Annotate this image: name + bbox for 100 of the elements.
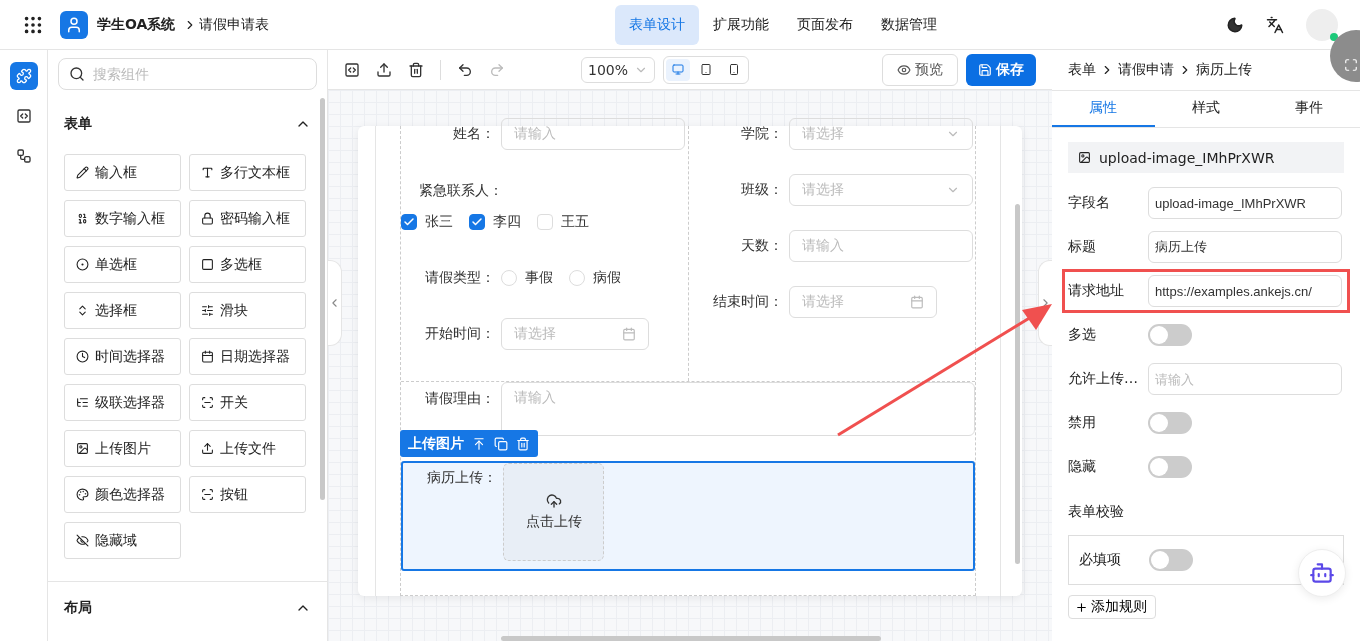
property-input[interactable]: 病历上传 [1148, 231, 1342, 263]
component-item[interactable]: 选择框 [64, 292, 181, 329]
field-label: 班级： [739, 181, 784, 199]
property-label: 隐藏 [1068, 458, 1097, 476]
slider-icon [201, 304, 214, 317]
radio-option[interactable]: 病假 [569, 269, 621, 287]
radio-option[interactable]: 事假 [501, 269, 553, 287]
robot-icon [1309, 560, 1335, 586]
fullscreen-icon [1344, 58, 1358, 72]
property-label: 允许上传… [1068, 370, 1139, 388]
field-label: 开始时间： [424, 325, 496, 343]
field-label: 病历上传： [426, 468, 498, 487]
code-icon[interactable] [344, 61, 360, 78]
component-item[interactable]: 隐藏域 [64, 522, 181, 559]
tree-icon [15, 148, 32, 164]
field-label: 天数： [739, 237, 784, 255]
property-label: 标题 [1068, 238, 1097, 256]
checkbox-icon [201, 258, 214, 271]
toggle-switch[interactable] [1148, 324, 1192, 346]
number-icon [76, 212, 89, 225]
property-input[interactable]: upload-image_IMhPrXWR [1148, 187, 1342, 219]
component-item[interactable]: 时间选择器 [64, 338, 181, 375]
cloud-upload-icon [545, 493, 562, 509]
breadcrumb-item[interactable]: 请假申请 [1118, 61, 1174, 79]
nav-tab[interactable]: 扩展功能 [699, 4, 784, 45]
zoom-select[interactable]: 100% [581, 56, 655, 83]
property-label: 请求地址 [1068, 282, 1125, 300]
component-item[interactable]: 开关 [189, 384, 306, 421]
property-input[interactable]: https://examples.ankejs.cn/ [1148, 275, 1342, 307]
collapse-handle[interactable] [328, 260, 342, 346]
code-icon [15, 108, 32, 124]
list-tree-icon [76, 396, 89, 409]
user-icon [65, 15, 83, 34]
moon-icon[interactable] [1226, 15, 1244, 34]
toggle-switch[interactable] [1148, 456, 1192, 478]
text-icon [201, 166, 214, 179]
button-icon [201, 488, 214, 501]
component-item[interactable]: 按钮 [189, 476, 306, 513]
breadcrumb-item[interactable]: 表单 [1068, 61, 1096, 79]
component-item[interactable]: 日期选择器 [189, 338, 306, 375]
plus-icon [1075, 600, 1088, 614]
check-icon [403, 216, 415, 228]
search-box[interactable]: 搜索组件 [58, 58, 317, 90]
calendar-icon [201, 350, 214, 363]
save-icon [978, 62, 992, 77]
component-item[interactable]: 输入框 [64, 154, 181, 191]
copy-icon[interactable] [494, 436, 508, 451]
move-up-icon[interactable] [472, 436, 486, 451]
image-icon [76, 442, 89, 455]
checkbox[interactable] [469, 214, 485, 230]
lock-icon [201, 212, 214, 225]
component-id-text: upload-image_IMhPrXWR [1099, 149, 1275, 166]
checkbox-option[interactable]: 李四 [469, 213, 521, 231]
translate-icon[interactable] [1266, 15, 1284, 34]
upload-button[interactable]: 点击上传 [503, 463, 604, 561]
component-item[interactable]: 多选框 [189, 246, 306, 283]
trash-icon[interactable] [408, 61, 424, 78]
add-rule-button[interactable]: 添加规则 [1068, 595, 1156, 619]
nav-tab[interactable]: 页面发布 [783, 4, 868, 45]
radio-button[interactable] [501, 270, 517, 286]
property-label: 必填项 [1079, 551, 1121, 569]
eye-off-icon [76, 534, 89, 547]
nav-tab[interactable]: 数据管理 [867, 4, 952, 45]
component-item[interactable]: 多行文本框 [189, 154, 306, 191]
palette-icon [76, 488, 89, 501]
save-button[interactable]: 保存 [966, 53, 1036, 86]
checkbox-option[interactable]: 王五 [537, 213, 589, 231]
export-icon[interactable] [376, 61, 392, 78]
checkbox-option[interactable]: 张三 [401, 213, 453, 231]
radio-button[interactable] [569, 270, 585, 286]
component-item[interactable]: 上传图片 [64, 430, 181, 467]
toggle-switch[interactable] [1149, 549, 1193, 571]
property-label: 禁用 [1068, 414, 1097, 432]
component-item[interactable]: 单选框 [64, 246, 181, 283]
search-icon [69, 66, 85, 82]
component-item[interactable]: 上传文件 [189, 430, 306, 467]
component-item[interactable]: 颜色选择器 [64, 476, 181, 513]
puzzle-icon [15, 68, 32, 84]
undo-icon[interactable] [457, 61, 473, 78]
breadcrumb-link[interactable]: 请假申请表 [199, 15, 270, 34]
component-item[interactable]: 滑块 [189, 292, 306, 329]
breadcrumb-item[interactable]: 病历上传 [1196, 61, 1252, 79]
section-title: 表单校验 [1068, 502, 1125, 521]
image-icon [1078, 151, 1091, 164]
checkbox[interactable] [401, 214, 417, 230]
field-label: 姓名： [452, 125, 496, 143]
section-title: 布局 [64, 598, 92, 617]
puzzle-tab[interactable] [9, 62, 38, 90]
component-item[interactable]: 级联选择器 [64, 384, 181, 421]
component-item[interactable]: 密码输入框 [189, 200, 306, 237]
field-label: 学院： [739, 125, 784, 143]
preview-button[interactable]: 预览 [882, 53, 958, 86]
toggle-switch[interactable] [1148, 412, 1192, 434]
upload-icon [201, 442, 214, 455]
component-item[interactable]: 数字输入框 [64, 200, 181, 237]
nav-tab[interactable]: 表单设计 [615, 4, 700, 45]
chat-bot-button[interactable] [1298, 549, 1346, 597]
field-label: 紧急联系人： [418, 181, 504, 200]
clock-icon [76, 350, 89, 363]
property-input[interactable]: 请输入 [1148, 363, 1342, 395]
